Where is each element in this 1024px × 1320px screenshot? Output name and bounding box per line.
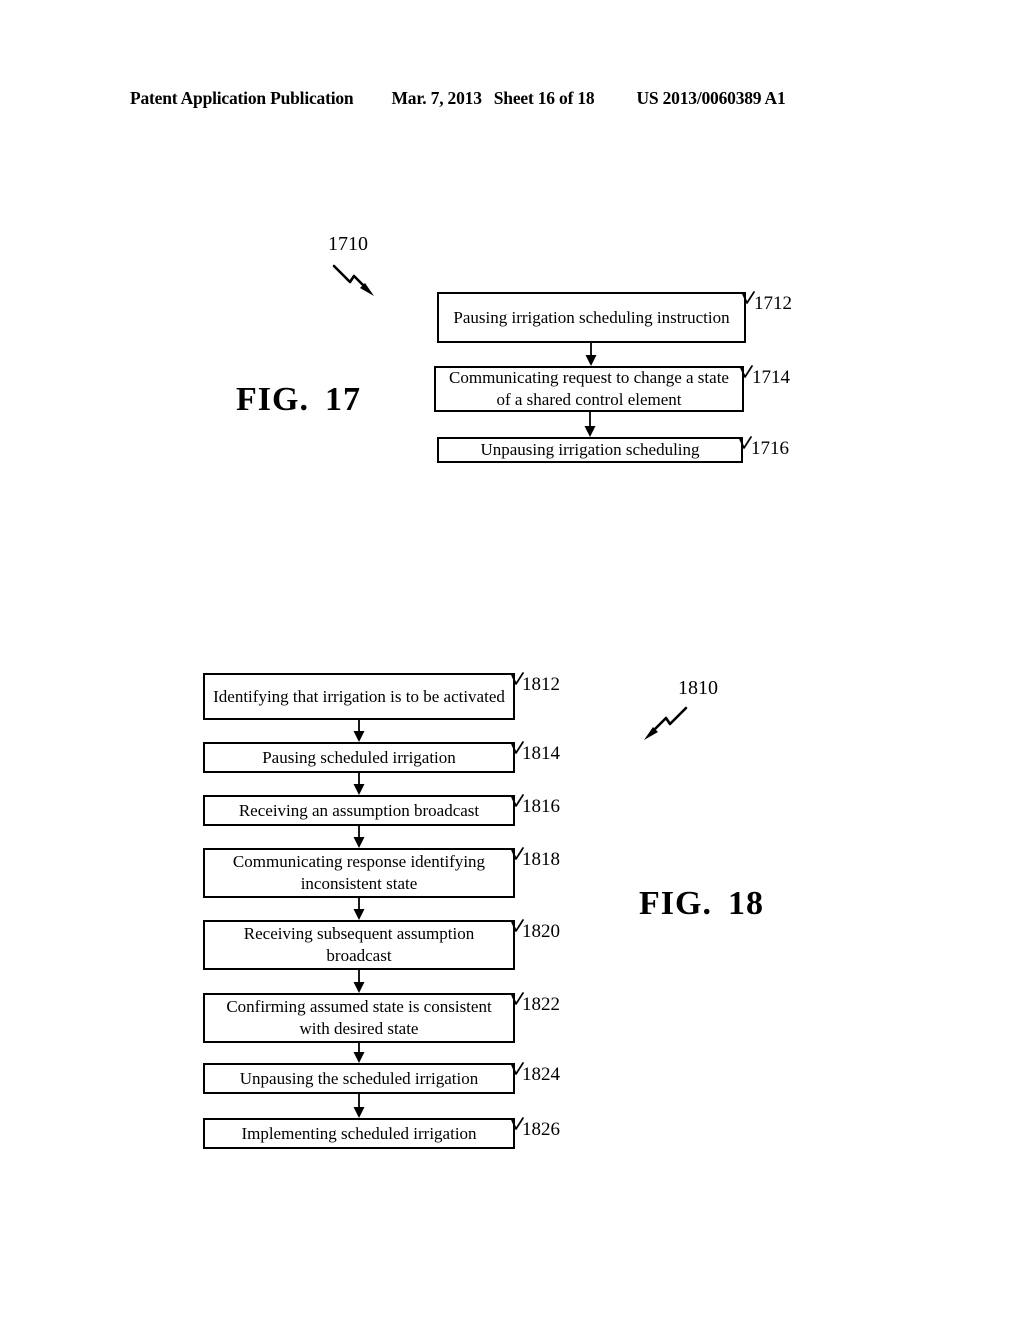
fig18-connector-1812-1814: [352, 720, 366, 743]
fig17-ref-number-1712: 1712: [754, 293, 792, 314]
figure-17-group-label: 1710: [328, 233, 368, 255]
header-sheet-label: Sheet 16 of 18: [493, 88, 595, 108]
figure-18-caption-number: 18: [727, 885, 764, 922]
fig18-step-box-1822: Confirming assumed state is consistent w…: [203, 993, 515, 1043]
header-date-label: Mar. 7, 2013: [391, 88, 482, 108]
fig18-step-text-1824: Unpausing the scheduled irrigation: [239, 1068, 479, 1088]
fig18-connector-1822-1824: [352, 1043, 366, 1064]
fig17-step-text-1714: Communicating request to change a state …: [449, 368, 729, 409]
figure-17-caption-word: FIG.: [236, 381, 309, 418]
fig17-step-text-1716: Unpausing irrigation scheduling: [480, 440, 700, 460]
fig17-connector-1714-1716: [583, 412, 597, 438]
fig17-connector-1712-1714: [584, 343, 598, 367]
fig18-ref-number-1818: 1818: [522, 849, 560, 870]
fig18-connector-1820-1822: [352, 970, 366, 994]
fig18-connector-1814-1816: [352, 773, 366, 796]
fig17-ref-number-1716: 1716: [751, 438, 789, 459]
fig18-step-text-1816: Receiving an assumption broadcast: [238, 800, 480, 820]
header-publication-label: Patent Application Publication: [130, 88, 354, 108]
fig18-connector-1824-1826: [352, 1094, 366, 1119]
fig18-step-box-1826: Implementing scheduled irrigation: [203, 1118, 515, 1149]
zigzag-arrow-down-right-icon: [330, 262, 388, 304]
fig18-step-text-1822: Confirming assumed state is consistent w…: [226, 997, 492, 1038]
fig18-ref-number-1812: 1812: [522, 674, 560, 695]
fig18-ref-number-1824: 1824: [522, 1064, 560, 1085]
figure-18-caption: FIG. 18: [639, 885, 764, 923]
fig17-step-box-1714: Communicating request to change a state …: [434, 366, 744, 412]
figure-17-caption-number: 17: [324, 381, 361, 418]
fig18-step-text-1820: Receiving subsequent assumption broadcas…: [243, 924, 475, 965]
page-header: Patent Application Publication Mar. 7, 2…: [130, 88, 890, 112]
fig17-step-box-1716: Unpausing irrigation scheduling: [437, 437, 743, 463]
fig18-step-box-1820: Receiving subsequent assumption broadcas…: [203, 920, 515, 970]
fig18-step-text-1826: Implementing scheduled irrigation: [241, 1123, 477, 1143]
fig18-connector-1818-1820: [352, 898, 366, 921]
fig18-step-text-1818: Communicating response identifying incon…: [232, 852, 486, 893]
fig18-step-box-1814: Pausing scheduled irrigation: [203, 742, 515, 773]
fig18-ref-number-1816: 1816: [522, 796, 560, 817]
header-document-number: US 2013/0060389 A1: [636, 88, 786, 108]
fig18-step-box-1812: Identifying that irrigation is to be act…: [203, 673, 515, 720]
figure-17-caption: FIG. 17: [236, 381, 361, 419]
figure-18-group-label: 1810: [678, 677, 718, 699]
fig17-step-text-1712: Pausing irrigation scheduling instructio…: [453, 307, 730, 327]
fig18-step-box-1816: Receiving an assumption broadcast: [203, 795, 515, 826]
fig18-step-box-1824: Unpausing the scheduled irrigation: [203, 1063, 515, 1094]
fig17-ref-number-1714: 1714: [752, 367, 790, 388]
fig18-ref-number-1814: 1814: [522, 743, 560, 764]
fig18-ref-number-1826: 1826: [522, 1119, 560, 1140]
fig17-step-box-1712: Pausing irrigation scheduling instructio…: [437, 292, 746, 343]
fig18-ref-number-1822: 1822: [522, 994, 560, 1015]
fig18-step-box-1818: Communicating response identifying incon…: [203, 848, 515, 898]
fig18-step-text-1814: Pausing scheduled irrigation: [262, 747, 456, 767]
fig18-step-text-1812: Identifying that irrigation is to be act…: [213, 686, 505, 706]
zigzag-arrow-down-left-icon: [634, 702, 696, 748]
fig18-ref-number-1820: 1820: [522, 921, 560, 942]
figure-18-caption-word: FIG.: [639, 885, 712, 922]
fig18-connector-1816-1818: [352, 826, 366, 849]
